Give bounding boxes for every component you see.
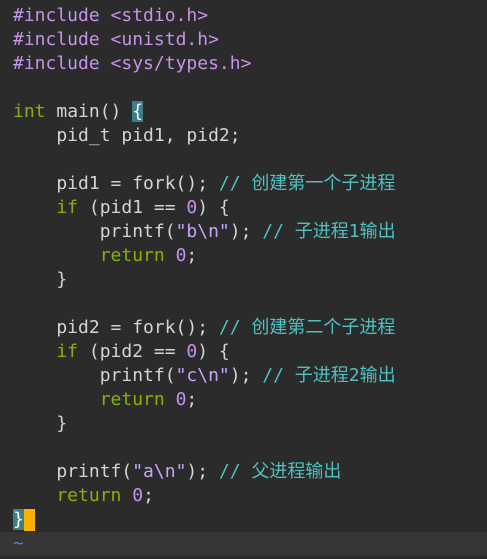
number-literal: 0 xyxy=(175,245,187,266)
code-text: ); xyxy=(229,221,263,242)
code-text: ); xyxy=(229,365,263,386)
return-keyword: return xyxy=(13,245,176,266)
code-comment: // 创建第二个子进程 xyxy=(218,317,396,338)
code-line: #include <unistd.h> xyxy=(13,28,396,52)
code-text: ); xyxy=(186,461,219,482)
code-line: pid1 = fork(); // 创建第一个子进程 xyxy=(13,172,396,196)
code-line: printf("b\n"); // 子进程1输出 xyxy=(13,220,396,244)
code-text: ) { xyxy=(197,197,230,218)
matched-bracket: { xyxy=(132,101,144,122)
code-line: if (pid1 == 0) { xyxy=(13,196,396,220)
code-line: int main() { xyxy=(13,100,396,124)
code-comment: // 子进程1输出 xyxy=(262,221,396,242)
string-literal: "a\n" xyxy=(132,461,187,482)
text-cursor xyxy=(23,509,35,531)
code-line: printf("c\n"); // 子进程2输出 xyxy=(13,364,396,388)
return-keyword: return xyxy=(13,485,133,506)
code-text: pid2 = fork(); xyxy=(13,317,219,338)
code-line: } xyxy=(13,413,68,434)
code-text: ) { xyxy=(197,341,230,362)
number-literal: 0 xyxy=(132,485,144,506)
code-line: return 0; xyxy=(13,388,396,412)
code-text: (pid2 == xyxy=(78,341,187,362)
code-text: printf( xyxy=(13,461,133,482)
code-line: pid_t pid1, pid2; xyxy=(13,125,241,146)
code-text: ; xyxy=(186,389,198,410)
matched-bracket: } xyxy=(13,509,24,530)
type-keyword: int xyxy=(13,101,46,122)
code-line: pid2 = fork(); // 创建第二个子进程 xyxy=(13,316,396,340)
code-text: (pid1 == xyxy=(78,197,187,218)
vim-editor[interactable]: #include <stdio.h> #include <unistd.h> #… xyxy=(0,0,487,559)
preprocessor-directive: #include xyxy=(13,53,100,74)
include-header: <stdio.h> xyxy=(110,5,209,26)
preprocessor-directive: #include xyxy=(13,29,100,50)
include-header: <sys/types.h> xyxy=(110,53,252,74)
code-line: #include <sys/types.h> xyxy=(13,52,396,76)
include-header: <unistd.h> xyxy=(110,29,219,50)
preprocessor-directive: #include xyxy=(13,5,100,26)
if-keyword: if xyxy=(13,341,79,362)
code-buffer[interactable]: #include <stdio.h> #include <unistd.h> #… xyxy=(13,4,396,532)
code-line: return 0; xyxy=(13,244,396,268)
code-line: #include <stdio.h> xyxy=(13,4,396,28)
code-line: printf("a\n"); // 父进程输出 xyxy=(13,460,396,484)
code-line: } xyxy=(13,269,68,290)
code-text: ; xyxy=(143,485,154,506)
number-literal: 0 xyxy=(186,197,198,218)
code-line: return 0; xyxy=(13,484,396,508)
function-signature: main() xyxy=(45,101,122,122)
return-keyword: return xyxy=(13,389,176,410)
code-comment: // 创建第一个子进程 xyxy=(218,173,396,194)
code-text: pid1 = fork(); xyxy=(13,173,219,194)
string-literal: "c\n" xyxy=(175,365,230,386)
code-line: if (pid2 == 0) { xyxy=(13,340,396,364)
tilde-marker: ~ xyxy=(13,533,24,554)
code-text: ; xyxy=(186,245,198,266)
number-literal: 0 xyxy=(186,341,198,362)
empty-buffer-line: ~ xyxy=(0,532,487,556)
code-comment: // 父进程输出 xyxy=(218,461,342,482)
string-literal: "b\n" xyxy=(175,221,230,242)
code-text: printf( xyxy=(13,221,176,242)
code-comment: // 子进程2输出 xyxy=(262,365,396,386)
if-keyword: if xyxy=(13,197,79,218)
code-line: } xyxy=(13,508,396,532)
number-literal: 0 xyxy=(175,389,187,410)
code-text: printf( xyxy=(13,365,176,386)
